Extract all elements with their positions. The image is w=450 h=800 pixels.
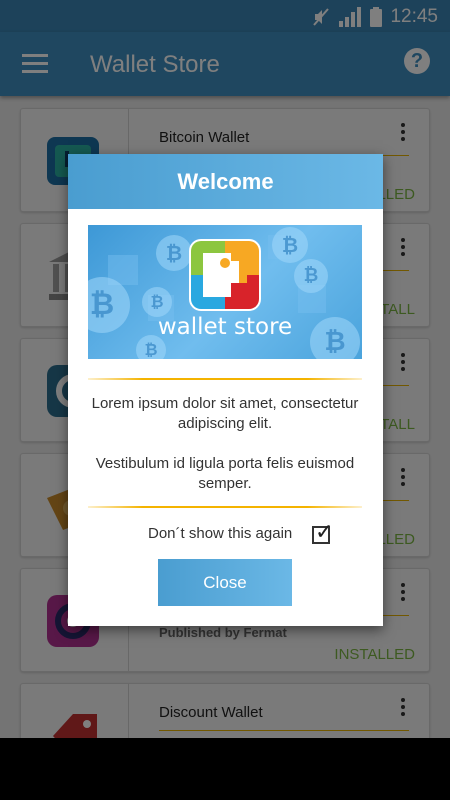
welcome-dialog: Welcome ₿ ₿ ₿ ₿ ₿ ₿ ₿ wallet store Lorem… (68, 154, 383, 626)
wallet-store-logo-icon (191, 241, 259, 309)
bitcoin-icon: ₿ (156, 235, 192, 271)
check-icon: ✓ (315, 519, 334, 544)
close-button[interactable]: Close (158, 559, 292, 606)
banner-text: wallet store (157, 314, 293, 340)
bitcoin-icon: ₿ (142, 287, 172, 317)
bitcoin-icon: ₿ (272, 227, 308, 263)
paragraph-1: Lorem ipsum dolor sit amet, consectetur … (91, 395, 359, 432)
wallet-store-logo (189, 239, 261, 311)
bottom-divider (88, 506, 362, 508)
dont-show-checkbox[interactable]: ✓ (312, 520, 333, 544)
dont-show-label: Don´t show this again (148, 525, 293, 542)
wallet-store-banner: ₿ ₿ ₿ ₿ ₿ ₿ ₿ wallet store (88, 225, 362, 359)
screen: 12:45 Wallet Store ? Bitcoin Wallet INST… (0, 0, 450, 738)
paragraph-2: Vestibulum id ligula porta felis euismod… (95, 455, 355, 492)
bitcoin-icon: ₿ (294, 259, 328, 293)
top-divider (88, 378, 362, 380)
dialog-title: Welcome (68, 154, 383, 209)
